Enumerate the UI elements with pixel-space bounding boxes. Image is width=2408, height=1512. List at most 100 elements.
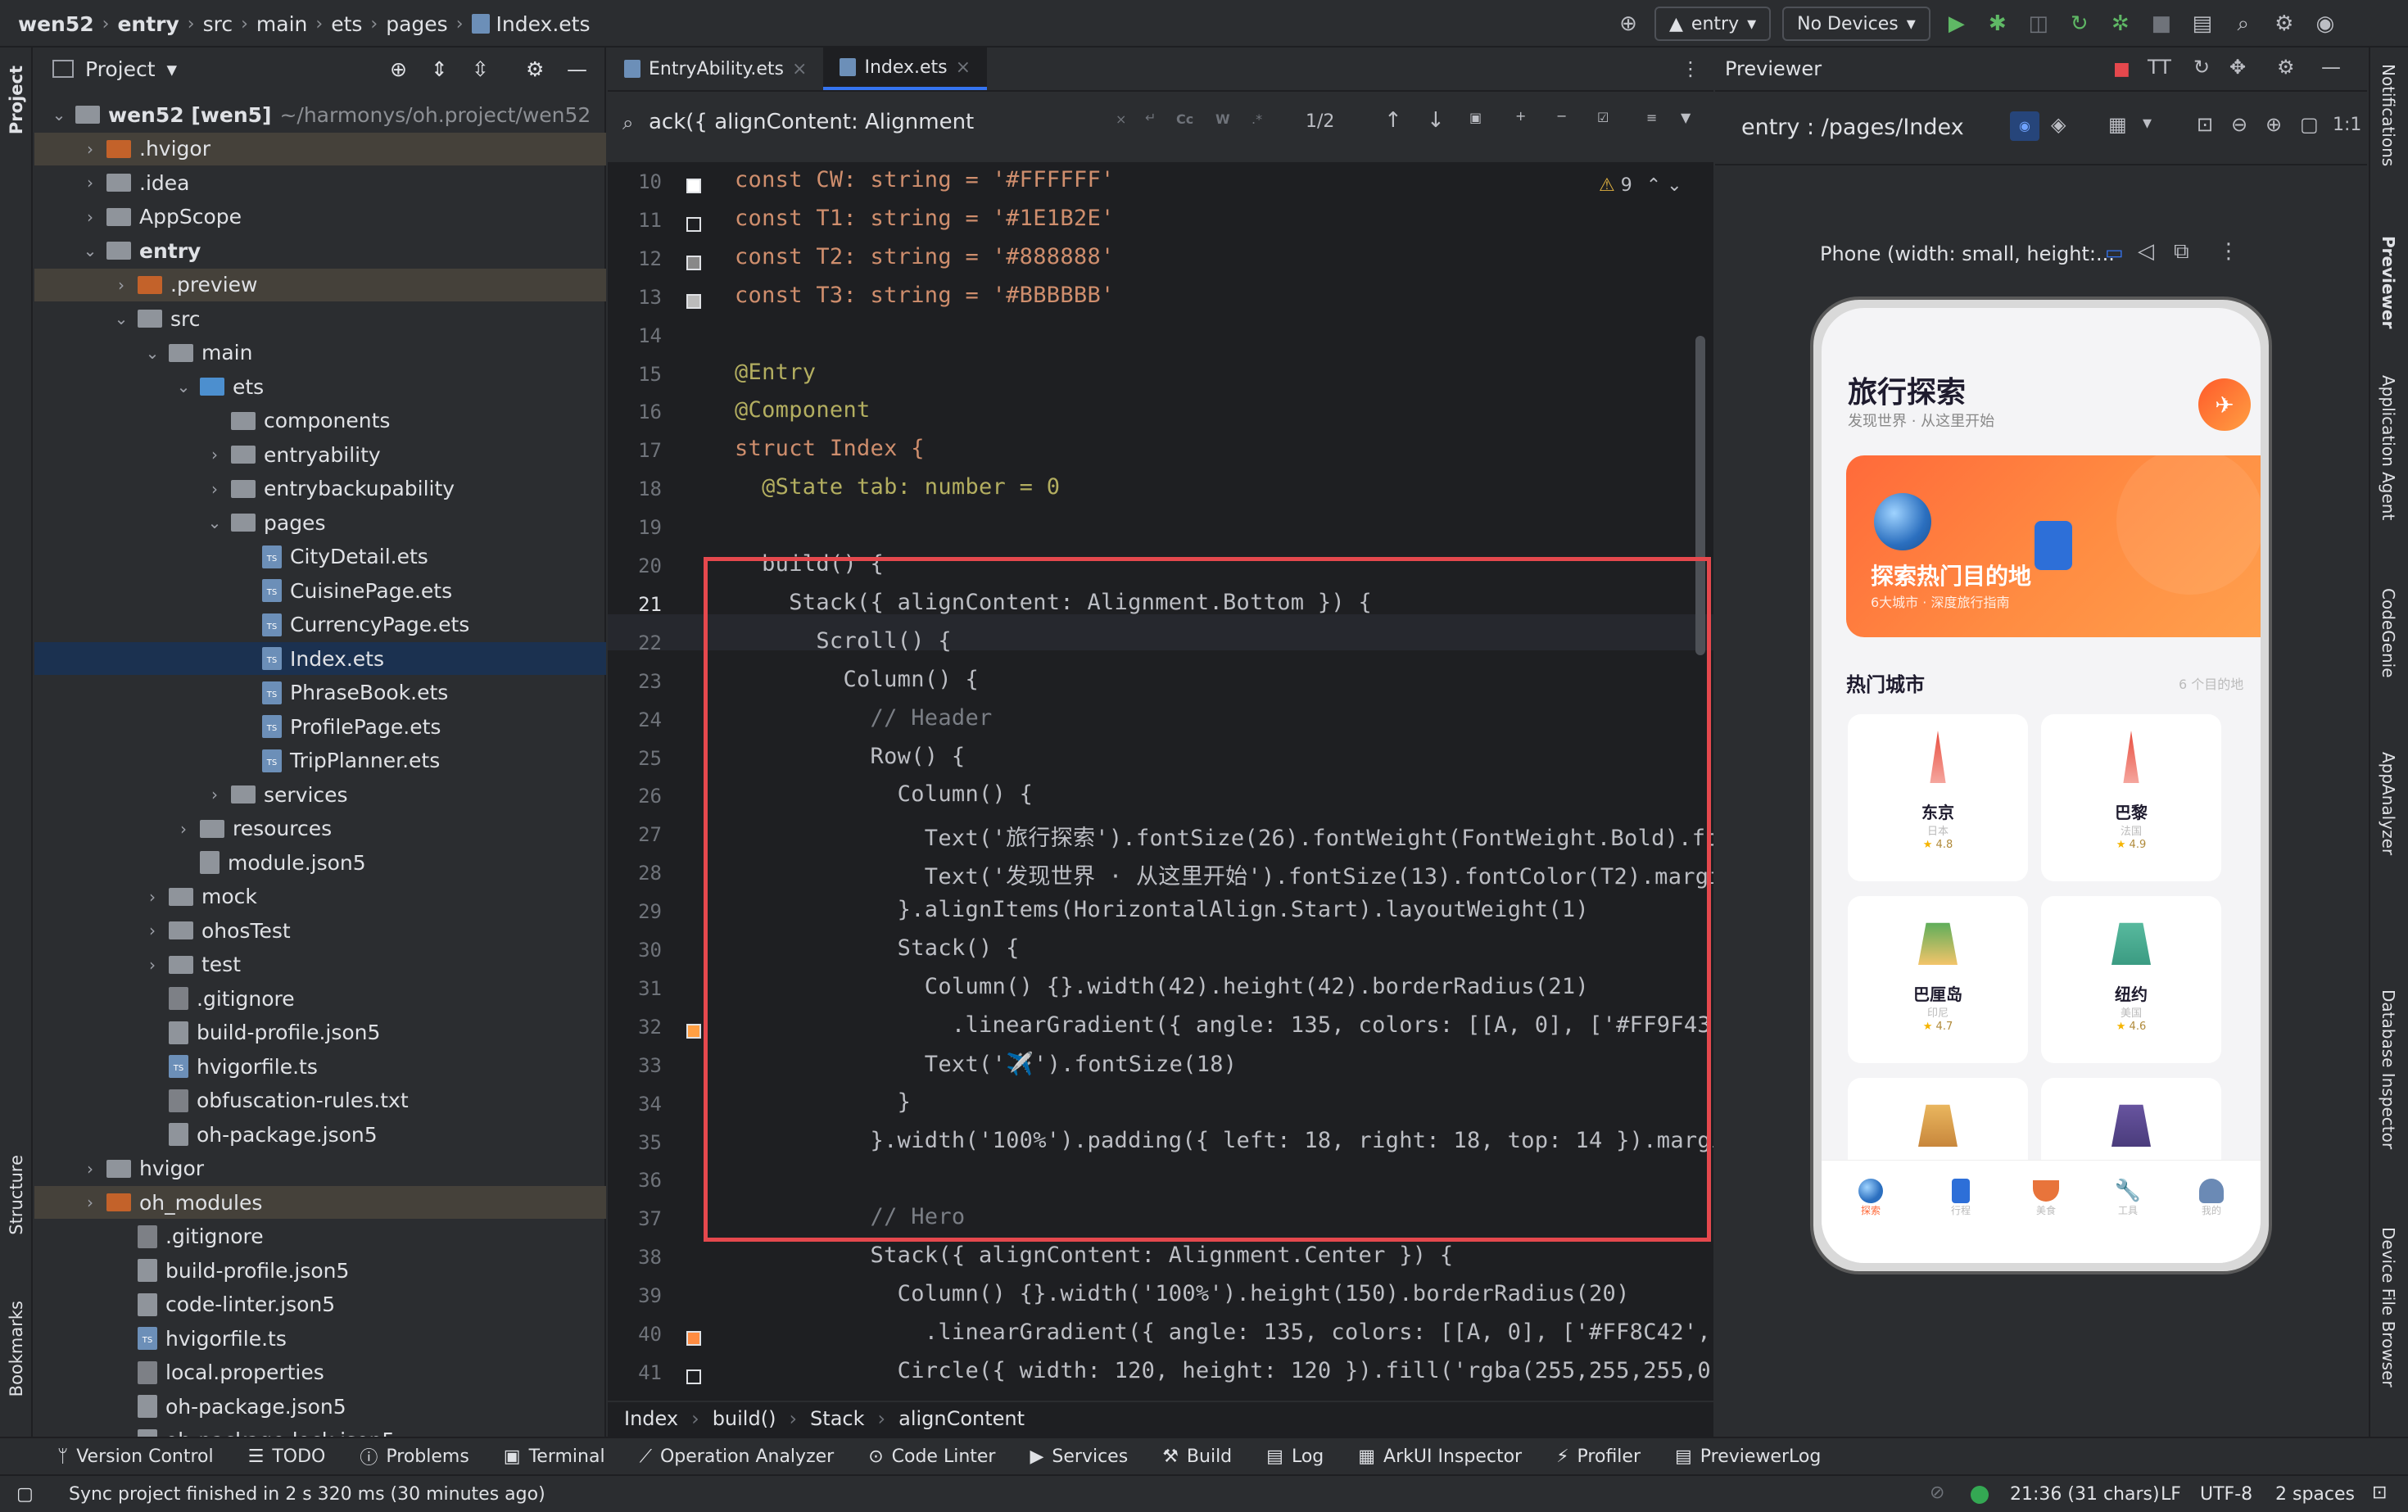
appanalyzer-tool-button[interactable]: AppAnalyzer <box>2379 752 2398 855</box>
chevron-down-icon[interactable]: ▾ <box>2143 113 2152 134</box>
tab-index[interactable]: Index.ets × <box>823 48 988 90</box>
open-in-window-icon[interactable]: ▣ <box>1469 110 1482 125</box>
tree-item[interactable]: TS PhraseBook.ets <box>34 677 606 709</box>
gear-icon[interactable]: ⚙ <box>2277 56 2295 79</box>
filter-icon[interactable]: ▼ <box>1681 110 1691 125</box>
nav-item-tools[interactable]: 🔧 工具 <box>2103 1179 2152 1217</box>
tree-item[interactable]: ⌄ ets <box>34 370 606 403</box>
chevron-right-icon[interactable]: › <box>82 207 98 227</box>
power-save-icon[interactable]: ⊘ <box>1930 1483 1944 1503</box>
database-inspector-tool-button[interactable]: Database Inspector <box>2379 989 2398 1149</box>
code-breadcrumb-item[interactable]: Index <box>624 1407 678 1430</box>
component-mode-icon[interactable]: ◉ <box>2010 111 2039 141</box>
color-swatch-icon[interactable] <box>686 1331 701 1346</box>
minimize-icon[interactable]: — <box>567 57 587 81</box>
chevron-down-icon[interactable]: ⌄ <box>206 513 223 532</box>
tool-window-operation-analyzer[interactable]: ⟋ Operation Analyzer <box>640 1446 835 1467</box>
tool-window-arkui-inspector[interactable]: ▦ ArkUI Inspector <box>1358 1446 1522 1467</box>
tree-item[interactable]: › entryability <box>34 438 606 471</box>
rotate-icon[interactable]: ⧉ <box>2174 239 2189 265</box>
code-line[interactable]: @Entry <box>735 360 816 385</box>
more-icon[interactable]: ⋮ <box>2218 239 2239 264</box>
project-panel-title[interactable]: Project <box>85 57 156 81</box>
tree-item[interactable]: TS CityDetail.ets <box>34 541 606 573</box>
code-line[interactable]: struct Index { <box>735 436 925 461</box>
breadcrumb-item[interactable]: pages <box>386 12 447 36</box>
tool-window-problems[interactable]: ⓘ Problems <box>360 1443 468 1469</box>
codegenie-tool-button[interactable]: CodeGenie <box>2379 588 2398 678</box>
tree-item[interactable]: › .idea <box>34 166 606 199</box>
regex-toggle[interactable]: .* <box>1252 111 1262 127</box>
tree-item[interactable]: › .preview <box>34 268 606 301</box>
code-line[interactable]: const T1: string = '#1E1B2E' <box>735 206 1115 231</box>
tree-item[interactable]: oh-package.json5 <box>34 1118 606 1151</box>
chevron-right-icon[interactable]: › <box>144 955 161 975</box>
remove-selection-icon[interactable]: − <box>1556 108 1567 124</box>
code-line[interactable]: const T2: string = '#888888' <box>735 244 1115 269</box>
device-type-icon[interactable]: ▭ <box>2105 241 2124 264</box>
project-tool-button[interactable]: Project <box>7 66 26 134</box>
prev-match-icon[interactable]: ↑ <box>1384 108 1402 133</box>
chevron-down-icon[interactable]: ⌄ <box>113 309 129 328</box>
code-line[interactable]: .linearGradient({ angle: 135, colors: [[… <box>735 1320 1713 1345</box>
chevron-down-icon[interactable]: ▾ <box>167 57 178 81</box>
add-selection-icon[interactable]: + <box>1515 108 1526 124</box>
indent-setting[interactable]: 2 spaces <box>2275 1484 2355 1505</box>
tree-item[interactable]: ⌄ entry <box>34 234 606 267</box>
color-swatch-icon[interactable] <box>686 255 701 270</box>
color-swatch-icon[interactable] <box>686 1369 701 1384</box>
user-icon[interactable]: ◉ <box>2311 9 2340 38</box>
tree-item[interactable]: › .hvigor <box>34 132 606 165</box>
options-icon[interactable]: ≡ <box>1646 110 1657 125</box>
target-icon[interactable]: ⊕ <box>1614 9 1643 38</box>
tool-window-log[interactable]: ▤ Log <box>1266 1446 1324 1467</box>
nav-item-trip[interactable]: 行程 <box>1936 1179 1985 1217</box>
tab-entryability[interactable]: EntryAbility.ets × <box>608 48 823 90</box>
code-area[interactable]: 10 const CW: string = '#FFFFFF' 11 const T1… <box>608 164 1713 1399</box>
tree-item[interactable]: .gitignore <box>34 1220 606 1253</box>
tree-item[interactable]: › oh_modules <box>34 1186 606 1219</box>
tree-item[interactable]: › test <box>34 948 606 981</box>
breadcrumb-item[interactable]: wen52 <box>18 12 94 36</box>
notifications-tool-button[interactable]: Notifications <box>2379 64 2398 166</box>
code-line[interactable]: const T3: string = '#BBBBBB' <box>735 283 1115 308</box>
app-logo[interactable]: ✈ <box>2198 378 2251 431</box>
tool-window-build[interactable]: ⚒ Build <box>1162 1446 1232 1467</box>
tool-window-code-linter[interactable]: ⊙ Code Linter <box>868 1446 995 1467</box>
chevron-down-icon[interactable]: ⌄ <box>82 241 98 260</box>
tool-window-terminal[interactable]: ▣ Terminal <box>504 1446 605 1467</box>
tree-item[interactable]: code-linter.json5 <box>34 1288 606 1321</box>
next-match-icon[interactable]: ↓ <box>1427 108 1445 133</box>
tree-item[interactable]: oh-package.json5 <box>34 1390 606 1423</box>
collapse-all-icon[interactable]: ⇳ <box>472 57 489 81</box>
tree-item[interactable]: TS ProfilePage.ets <box>34 710 606 743</box>
chevron-right-icon[interactable]: › <box>82 1159 98 1179</box>
close-icon[interactable]: × <box>956 57 971 78</box>
code-line[interactable]: @Component <box>735 397 871 423</box>
tree-item[interactable]: TS Index.ets <box>34 642 606 675</box>
color-swatch-icon[interactable] <box>686 293 701 309</box>
apply-changes-icon[interactable]: ↻ <box>2065 9 2094 38</box>
tree-item[interactable]: components <box>34 405 606 437</box>
select-all-icon[interactable]: ☑ <box>1597 110 1609 125</box>
breadcrumb-item[interactable]: ets <box>331 12 362 36</box>
warning-indicator[interactable]: ⚠ 9 ⌃ ⌄ <box>1599 175 1682 196</box>
grid-icon[interactable]: ▦ <box>2108 113 2127 136</box>
tree-item[interactable]: › services <box>34 778 606 811</box>
bookmarks-tool-button[interactable]: Bookmarks <box>7 1301 26 1397</box>
tree-item[interactable]: module.json5 <box>34 846 606 879</box>
crop-icon[interactable]: ⊡ <box>2197 113 2213 136</box>
chevron-right-icon[interactable]: › <box>175 819 192 839</box>
city-card[interactable]: 巴黎 法国 ★ 4.9 <box>2041 714 2221 881</box>
font-size-icon[interactable]: TT <box>2148 56 2171 79</box>
lock-icon[interactable]: ⊡ <box>2372 1483 2387 1503</box>
hero-banner[interactable]: 探索热门目的地 6大城市 · 深度旅行指南 <box>1846 455 2261 637</box>
code-line[interactable]: @State tab: number = 0 <box>735 474 1060 500</box>
chevron-right-icon[interactable]: › <box>206 479 223 499</box>
tool-window-profiler[interactable]: ⚡ Profiler <box>1556 1446 1641 1467</box>
structure-tool-button[interactable]: Structure <box>7 1155 26 1235</box>
tool-window-previewerlog[interactable]: ▤ PreviewerLog <box>1675 1446 1821 1467</box>
tree-item[interactable]: ⌄ main <box>34 337 606 369</box>
chevron-down-icon[interactable]: ⌄ <box>51 105 67 124</box>
tree-item[interactable]: ⌄ wen52 [wen5] ~/harmonys/oh.project/wen52 <box>34 98 606 131</box>
